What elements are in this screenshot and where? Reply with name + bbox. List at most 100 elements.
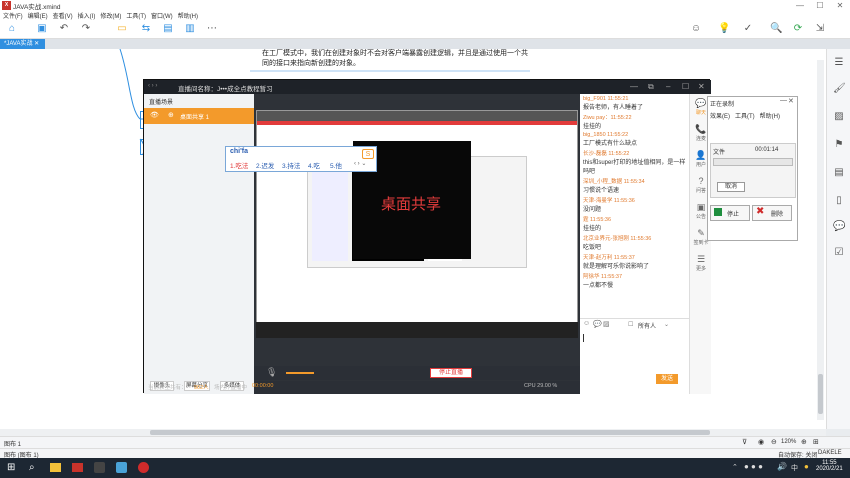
chat-list[interactable]: big_F901 11:55:21 报告老师，有人睡着了 Ziwu pay：11… <box>580 96 689 314</box>
image-icon[interactable]: ▨ <box>833 111 845 123</box>
xmind-taskbar-icon[interactable] <box>72 463 83 472</box>
document-icon[interactable]: ▯ <box>833 195 845 207</box>
chat-target-select[interactable]: 所有人 <box>638 321 656 330</box>
ime-candidate-3[interactable]: 3.持法 <box>282 160 300 170</box>
horizontal-scrollbar[interactable] <box>0 429 826 436</box>
redo-icon[interactable]: ↷ <box>80 23 92 35</box>
stop-live-button[interactable]: 停止直播 <box>430 368 472 378</box>
live-minimize-icon[interactable]: — <box>630 82 638 91</box>
subtopic-icon[interactable]: ⇆ <box>140 23 152 35</box>
clock[interactable]: 11:55 2020/2/21 <box>816 460 843 472</box>
scene-item-desktop[interactable]: 👁 ⊕ 桌面共享 1 <box>144 108 254 124</box>
flag-icon[interactable]: ⚑ <box>833 139 845 151</box>
chat-input[interactable] <box>582 332 687 372</box>
home-icon[interactable]: ⌂ <box>6 23 18 35</box>
task-icon[interactable]: ✓ <box>742 23 754 35</box>
fit-icon[interactable]: ⊞ <box>813 438 819 446</box>
emoji-icon[interactable]: ☺ <box>583 320 590 327</box>
maximize-button[interactable]: ☐ <box>810 0 830 11</box>
save-icon[interactable]: ▣ <box>36 23 48 35</box>
menu-tools[interactable]: 工具(T) <box>126 11 146 20</box>
menu-window[interactable]: 窗口(W) <box>151 11 173 20</box>
notes-icon[interactable]: ▤ <box>833 167 845 179</box>
live-close-icon[interactable]: ✕ <box>698 82 705 91</box>
zoom-in-icon[interactable]: ⊕ <box>801 438 807 446</box>
menu-insert[interactable]: 插入(I) <box>78 11 96 20</box>
windows-start-icon[interactable]: ⊞ <box>7 462 15 473</box>
recorder-min-icon[interactable]: — <box>780 97 787 104</box>
tray-app-icons[interactable]: ● ● ● <box>744 462 763 471</box>
volume-icon[interactable]: 🔊 <box>777 462 787 471</box>
vertical-scrollbar[interactable] <box>817 60 824 420</box>
ime-lang[interactable]: 中 <box>791 463 798 473</box>
recorder-taskbar-icon[interactable] <box>94 462 105 473</box>
menu-view[interactable]: 查看(V) <box>53 11 73 20</box>
mindmap-node-text-2[interactable]: 同的接口来指向新创建的对象。 <box>262 59 360 69</box>
idea-icon[interactable]: 💡 <box>718 23 730 35</box>
style-brush-icon[interactable]: 🖌 <box>833 83 846 95</box>
recorder-stop-button[interactable]: 停止 <box>710 205 750 221</box>
ime-candidate-2[interactable]: 2.迟发 <box>256 160 274 170</box>
sogou-s-icon[interactable]: S <box>362 149 374 159</box>
recorder-menu-help[interactable]: 帮助(H) <box>760 111 780 120</box>
live-popout-icon[interactable]: ⧉ <box>648 82 654 92</box>
recorder-menu-effect[interactable]: 效果(E) <box>710 111 730 120</box>
chat-toolbar: ☺ 💬 ▨ ☐ 所有人 ⌄ <box>580 318 689 330</box>
mic-volume-slider[interactable] <box>286 372 314 374</box>
comment-icon[interactable]: 💬 <box>833 221 845 233</box>
horizontal-scroll-thumb[interactable] <box>150 430 710 435</box>
topic-icon[interactable]: ▭ <box>116 23 128 35</box>
minimize-button[interactable]: — <box>790 0 810 11</box>
vertical-scroll-thumb[interactable] <box>818 374 823 414</box>
chevron-down-icon[interactable]: ⌄ <box>664 321 669 328</box>
search-icon[interactable]: 🔍 <box>770 23 782 35</box>
close-button[interactable]: ✕ <box>830 0 850 11</box>
menu-edit[interactable]: 编辑(E) <box>28 11 48 20</box>
rbar-more[interactable]: ☰ 更多 <box>692 254 710 272</box>
chat-icon: 💬 <box>695 98 707 108</box>
tab-bar <box>0 39 850 49</box>
recorder-menu-tools[interactable]: 工具(T) <box>735 111 755 120</box>
marker-icon[interactable]: ☺ <box>690 23 702 35</box>
zoom-out-icon[interactable]: ⊖ <box>771 438 777 446</box>
chat-bubble-icon[interactable]: 💬 <box>593 320 602 328</box>
export-icon[interactable]: ⇲ <box>814 23 826 35</box>
ime-candidate-5[interactable]: 5.他 <box>330 160 342 170</box>
filter-icon[interactable]: ⊽ <box>742 438 747 446</box>
zoom-level[interactable]: 120% <box>781 439 796 445</box>
task-list-icon[interactable]: ☑ <box>833 247 845 259</box>
relationship-icon[interactable]: ▤ <box>162 23 174 35</box>
recorder-delete-button[interactable]: ✖ 删除 <box>752 205 792 221</box>
menu-modify[interactable]: 修改(M) <box>100 11 121 20</box>
send-button[interactable]: 发送 <box>656 374 678 384</box>
eye-icon[interactable]: ◉ <box>758 438 764 446</box>
mic-icon[interactable]: 🎙 <box>266 367 277 378</box>
live-app-taskbar-icon[interactable] <box>116 462 127 473</box>
live-max-icon[interactable]: ☐ <box>682 82 689 91</box>
live-min-icon[interactable]: – <box>666 82 670 91</box>
undo-icon[interactable]: ↶ <box>58 23 70 35</box>
online-count: 902人 <box>194 385 209 391</box>
tab-java-practice[interactable]: *JAVA实战 ✕ <box>0 39 45 49</box>
plus-icon[interactable]: ⊕ <box>168 111 174 119</box>
ime-nav-icon[interactable]: ‹ › ⌄ <box>354 160 366 167</box>
tray-chevron-icon[interactable]: ⌃ <box>732 463 738 471</box>
ime-candidate-1[interactable]: 1.吃法 <box>230 160 248 170</box>
recorder-close-icon[interactable]: ✕ <box>788 97 794 105</box>
ime-candidate-4[interactable]: 4.吃 <box>308 160 320 170</box>
more-tools-icon[interactable]: ⋯ <box>206 23 218 35</box>
search-icon[interactable]: ⌕ <box>29 462 35 473</box>
eye-icon[interactable]: 👁 <box>150 111 159 119</box>
red-app-taskbar-icon[interactable] <box>138 462 149 473</box>
file-explorer-icon[interactable] <box>50 463 61 472</box>
summary-icon[interactable]: ▥ <box>184 23 196 35</box>
recorder-cancel-button[interactable]: 取消 <box>717 182 745 192</box>
tray-sogou-icon[interactable]: ● <box>804 462 809 471</box>
share-icon[interactable]: ⟳ <box>792 23 804 35</box>
menu-help[interactable]: 帮助(H) <box>178 11 198 20</box>
mindmap-node-text-1[interactable]: 在工厂模式中，我们在创建对象时不会对客户端暴露创建逻辑，并且是通过使用一个共 <box>262 49 528 59</box>
image-upload-icon[interactable]: ▨ <box>603 320 610 328</box>
chat-switch[interactable]: ☐ <box>628 321 633 328</box>
menu-file[interactable]: 文件(F) <box>3 11 23 20</box>
format-icon[interactable]: ☰ <box>833 57 845 69</box>
